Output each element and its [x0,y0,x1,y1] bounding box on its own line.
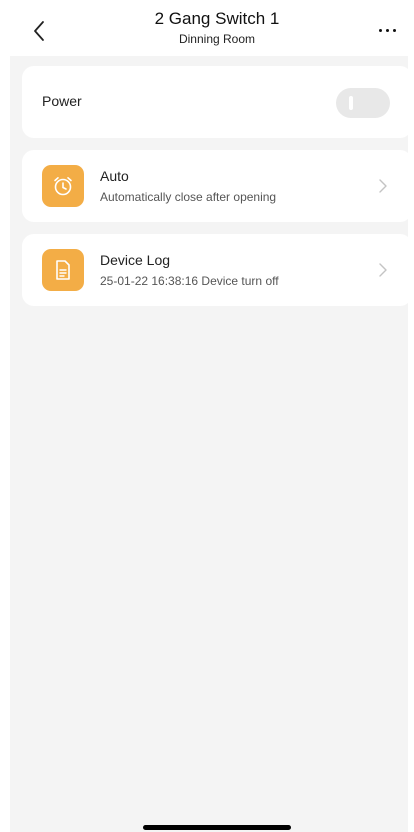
device-log-row[interactable]: Device Log 25-01-22 16:38:16 Device turn… [22,234,412,306]
toggle-knob [349,96,353,110]
chevron-left-icon [34,21,44,41]
document-icon [42,249,84,291]
top-nav-bar: 2 Gang Switch 1 Dinning Room [0,0,414,56]
chevron-right-icon [379,179,387,193]
more-options-button[interactable] [374,18,400,42]
auto-title: Auto [100,168,129,184]
device-log-latest-entry: 25-01-22 16:38:16 Device turn off [100,274,279,288]
chevron-right-icon [379,263,387,277]
title-block: 2 Gang Switch 1 Dinning Room [80,8,354,48]
power-label: Power [42,93,82,109]
power-toggle[interactable] [336,88,390,118]
back-button[interactable] [24,16,54,46]
device-log-title: Device Log [100,252,171,268]
auto-row[interactable]: Auto Automatically close after opening [22,150,412,222]
home-indicator[interactable] [143,825,291,830]
more-horizontal-icon [377,28,398,32]
page-title: 2 Gang Switch 1 [154,9,280,28]
page-subtitle: Dinning Room [178,32,256,46]
auto-description: Automatically close after opening [100,190,277,204]
power-card: Power [22,66,412,138]
alarm-clock-icon [42,165,84,207]
